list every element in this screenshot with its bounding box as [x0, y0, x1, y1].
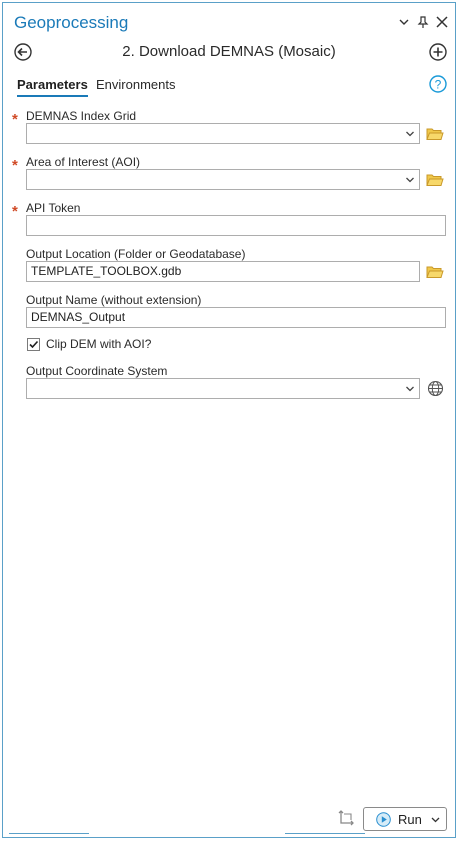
api-token-input[interactable] [26, 215, 446, 236]
tab-bar: Parameters Environments [17, 77, 455, 99]
close-icon[interactable] [435, 15, 449, 29]
coord-system-dropdown[interactable] [26, 378, 420, 399]
play-icon [376, 812, 391, 827]
chevron-down-icon[interactable] [397, 15, 411, 29]
bottom-tab-strip [3, 833, 455, 837]
pane-title: Geoprocessing [14, 13, 129, 32]
globe-icon[interactable] [427, 380, 444, 397]
bottom-tab[interactable] [9, 833, 89, 837]
output-name-input[interactable]: DEMNAS_Output [26, 307, 446, 328]
tab-parameters[interactable]: Parameters [17, 77, 88, 97]
param-label-aoi: Area of Interest (AOI) [26, 155, 141, 169]
back-arrow-icon[interactable] [14, 43, 32, 61]
tool-header: 2. Download DEMNAS (Mosaic) [3, 39, 455, 69]
chevron-down-icon [406, 131, 414, 137]
checkmark-icon [29, 340, 39, 349]
pane-title-bar: Geoprocessing [3, 3, 455, 37]
chevron-down-icon[interactable] [431, 816, 440, 824]
param-label-output-name: Output Name (without extension) [26, 293, 202, 307]
batch-icon[interactable] [337, 809, 357, 827]
folder-icon[interactable] [426, 265, 444, 279]
geoprocessing-pane: Geoprocessing 2. Download DEMNAS (Mosaic… [2, 2, 456, 838]
help-icon[interactable]: ? [429, 75, 447, 93]
required-marker: * [12, 111, 18, 128]
chevron-down-icon [406, 177, 414, 183]
clip-dem-label: Clip DEM with AOI? [46, 337, 152, 351]
folder-icon[interactable] [426, 127, 444, 141]
param-label-coord-system: Output Coordinate System [26, 364, 168, 378]
param-label-index-grid: DEMNAS Index Grid [26, 109, 137, 123]
tool-title: 2. Download DEMNAS (Mosaic) [122, 43, 336, 60]
index-grid-dropdown[interactable] [26, 123, 420, 144]
param-label-output-location: Output Location (Folder or Geodatabase) [26, 247, 246, 261]
tab-environments[interactable]: Environments [96, 77, 175, 95]
bottom-tab[interactable] [285, 833, 365, 837]
pin-icon[interactable] [416, 15, 430, 29]
svg-text:?: ? [435, 78, 442, 92]
aoi-dropdown[interactable] [26, 169, 420, 190]
required-marker: * [12, 203, 18, 220]
clip-dem-checkbox[interactable] [27, 338, 40, 351]
chevron-down-icon [406, 386, 414, 392]
output-name-value: DEMNAS_Output [31, 310, 126, 324]
folder-icon[interactable] [426, 173, 444, 187]
run-button[interactable]: Run [363, 807, 447, 831]
output-location-value: TEMPLATE_TOOLBOX.gdb [31, 264, 182, 278]
required-marker: * [12, 157, 18, 174]
param-label-api-token: API Token [26, 201, 81, 215]
add-icon[interactable] [429, 43, 447, 61]
run-label: Run [398, 812, 422, 827]
output-location-input[interactable]: TEMPLATE_TOOLBOX.gdb [26, 261, 420, 282]
